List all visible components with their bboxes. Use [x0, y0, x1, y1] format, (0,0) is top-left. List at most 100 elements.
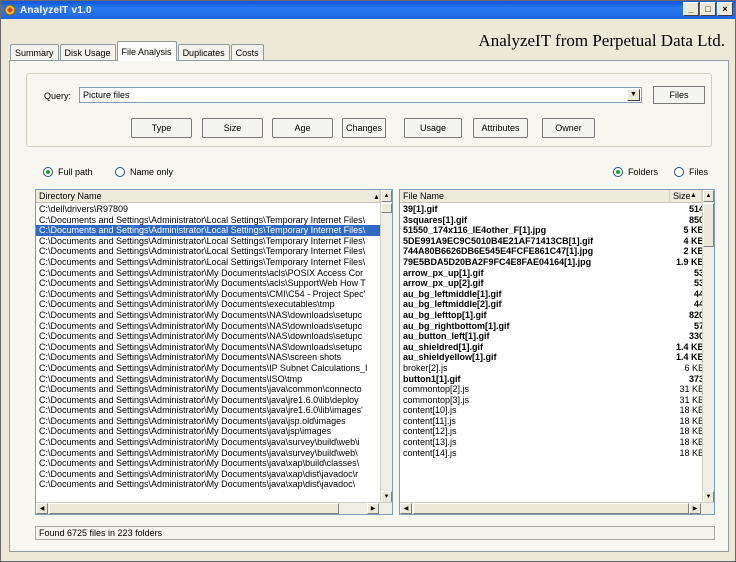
file-horizontal-scrollbar[interactable]: ◀ ▶: [400, 502, 714, 514]
scroll-left-icon[interactable]: ◀: [400, 503, 412, 514]
tab-disk-usage[interactable]: Disk Usage: [59, 44, 116, 61]
directory-row[interactable]: C:\Documents and Settings\Administrator\…: [36, 479, 380, 490]
file-vertical-scrollbar[interactable]: ▲ ▼: [702, 190, 714, 503]
tab-file-analysis[interactable]: File Analysis: [116, 41, 177, 61]
tab-summary[interactable]: Summary: [10, 44, 59, 61]
file-name-column-header[interactable]: File Name: [400, 190, 670, 203]
directory-row[interactable]: C:\Documents and Settings\Administrator\…: [36, 289, 380, 300]
files-button[interactable]: Files: [653, 86, 705, 104]
directory-row[interactable]: C:\Documents and Settings\Administrator\…: [36, 257, 380, 268]
scroll-right-icon[interactable]: ▶: [367, 503, 379, 514]
directory-row[interactable]: C:\Documents and Settings\Administrator\…: [36, 363, 380, 374]
directory-row[interactable]: C:\Documents and Settings\Administrator\…: [36, 374, 380, 385]
size-button[interactable]: Size: [202, 118, 263, 138]
directory-row[interactable]: C:\Documents and Settings\Administrator\…: [36, 236, 380, 247]
changes-button[interactable]: Changes: [342, 118, 386, 138]
owner-button[interactable]: Owner: [542, 118, 595, 138]
directory-row[interactable]: C:\Documents and Settings\Administrator\…: [36, 215, 380, 226]
file-row[interactable]: content[14].js 18 KB: [400, 448, 714, 459]
usage-button[interactable]: Usage: [404, 118, 462, 138]
directory-row[interactable]: C:\Documents and Settings\Administrator\…: [36, 268, 380, 279]
file-row[interactable]: 79E5BDA5D20BA2F9FC4E8FAE04164[1].jpg 1.9 …: [400, 257, 714, 268]
title-bar[interactable]: AnalyzeIT v1.0 _ □ ×: [1, 1, 735, 19]
file-row[interactable]: au_bg_leftmiddle[1].gif440: [400, 289, 714, 300]
file-row[interactable]: commontop[2].js 31 KB: [400, 384, 714, 395]
directory-row[interactable]: C:\Documents and Settings\Administrator\…: [36, 448, 380, 459]
directory-row[interactable]: C:\Documents and Settings\Administrator\…: [36, 384, 380, 395]
file-row[interactable]: arrow_px_up[2].gif530: [400, 278, 714, 289]
file-row[interactable]: au_bg_lefttop[1].gif8200: [400, 310, 714, 321]
file-row[interactable]: content[10].js 18 KB: [400, 405, 714, 416]
directory-row[interactable]: C:\Documents and Settings\Administrator\…: [36, 225, 380, 236]
directory-horizontal-scrollbar[interactable]: ◀ ▶: [36, 502, 392, 514]
scroll-up-icon[interactable]: ▲: [381, 190, 392, 202]
scroll-thumb[interactable]: [413, 503, 689, 514]
directory-row[interactable]: C:\Documents and Settings\Administrator\…: [36, 458, 380, 469]
file-row[interactable]: content[12].js 18 KB: [400, 426, 714, 437]
file-row[interactable]: au_bg_rightbottom[1].gif570: [400, 321, 714, 332]
directory-row[interactable]: C:\Documents and Settings\Administrator\…: [36, 405, 380, 416]
scroll-left-icon[interactable]: ◀: [36, 503, 48, 514]
file-row[interactable]: au_bg_leftmiddle[2].gif440: [400, 299, 714, 310]
directory-row[interactable]: C:\Documents and Settings\Administrator\…: [36, 278, 380, 289]
full-path-radio[interactable]: Full path: [43, 167, 93, 177]
file-row[interactable]: commontop[3].js 31 KB: [400, 395, 714, 406]
directory-row[interactable]: C:\Documents and Settings\Administrator\…: [36, 352, 380, 363]
file-row[interactable]: content[13].js 18 KB: [400, 437, 714, 448]
scroll-thumb[interactable]: [703, 203, 714, 247]
file-row[interactable]: button1[1].gif3730: [400, 374, 714, 385]
directory-row[interactable]: C:\dell\drivers\R97809: [36, 204, 380, 215]
scroll-thumb[interactable]: [381, 203, 392, 213]
directory-row[interactable]: C:\Documents and Settings\Administrator\…: [36, 246, 380, 257]
file-name-cell: 51550_174x116_IE4other_F[1].jpg: [403, 225, 547, 236]
directory-list[interactable]: Directory Name ▲ C:\dell\drivers\R97809 C…: [35, 189, 393, 515]
attributes-button[interactable]: Attributes: [473, 118, 528, 138]
directory-row[interactable]: C:\Documents and Settings\Administrator\…: [36, 426, 380, 437]
file-row[interactable]: 5DE991A9EC9C5010B4E21AF71413CB[1].gif 4 K…: [400, 236, 714, 247]
directory-name-column-header[interactable]: Directory Name ▲: [36, 190, 380, 203]
file-row[interactable]: au_button_left[1].gif3300: [400, 331, 714, 342]
minimize-button[interactable]: _: [683, 2, 699, 16]
query-label: Query:: [44, 91, 72, 101]
scroll-up-icon[interactable]: ▲: [703, 190, 714, 202]
directory-row[interactable]: C:\Documents and Settings\Administrator\…: [36, 416, 380, 427]
directory-rows: C:\dell\drivers\R97809 C:\Documents and S…: [36, 204, 380, 490]
scroll-thumb[interactable]: [49, 503, 339, 514]
files-radio[interactable]: Files: [674, 167, 708, 177]
tab-duplicates[interactable]: Duplicates: [177, 44, 230, 61]
folders-radio[interactable]: Folders: [613, 167, 658, 177]
directory-row[interactable]: C:\Documents and Settings\Administrator\…: [36, 469, 380, 480]
maximize-button[interactable]: □: [700, 2, 716, 16]
query-dropdown-button[interactable]: ▼: [627, 89, 640, 101]
file-row[interactable]: 3squares[1].gif8500: [400, 215, 714, 226]
directory-row[interactable]: C:\Documents and Settings\Administrator\…: [36, 395, 380, 406]
file-row[interactable]: arrow_px_up[1].gif530: [400, 268, 714, 279]
file-list[interactable]: File Name Size ▲ 39[1].gif51403squares[1…: [399, 189, 715, 515]
file-size-cell: 18 KB: [679, 415, 704, 426]
directory-row[interactable]: C:\Documents and Settings\Administrator\…: [36, 437, 380, 448]
name-only-radio[interactable]: Name only: [115, 167, 173, 177]
directory-row[interactable]: C:\Documents and Settings\Administrator\…: [36, 310, 380, 321]
directory-row[interactable]: C:\Documents and Settings\Administrator\…: [36, 299, 380, 310]
file-row[interactable]: content[11].js 18 KB: [400, 416, 714, 427]
file-row[interactable]: 744A80B6626DB6E545E4FCFE861C47[1].jpg 2 K…: [400, 246, 714, 257]
close-button[interactable]: ×: [717, 2, 733, 16]
directory-row[interactable]: C:\Documents and Settings\Administrator\…: [36, 331, 380, 342]
scroll-right-icon[interactable]: ▶: [689, 503, 701, 514]
file-name-cell: content[12].js: [403, 426, 457, 437]
type-button[interactable]: Type: [131, 118, 192, 138]
file-row[interactable]: 51550_174x116_IE4other_F[1].jpg5 KB0: [400, 225, 714, 236]
size-column-header[interactable]: Size: [670, 190, 702, 203]
age-button[interactable]: Age: [272, 118, 333, 138]
file-row[interactable]: broker[2].js 6 KB: [400, 363, 714, 374]
query-combobox[interactable]: Picture files ▼: [79, 87, 642, 103]
file-name-cell: broker[2].js: [403, 362, 448, 373]
file-row[interactable]: au_shieldyellow[1].gif1.4 KB0: [400, 352, 714, 363]
tab-costs[interactable]: Costs: [230, 44, 264, 61]
file-row[interactable]: 39[1].gif5140: [400, 204, 714, 215]
directory-row[interactable]: C:\Documents and Settings\Administrator\…: [36, 321, 380, 332]
file-size-cell: 2 KB: [683, 246, 704, 257]
file-row[interactable]: au_shieldred[1].gif1.4 KB0: [400, 342, 714, 353]
directory-row[interactable]: C:\Documents and Settings\Administrator\…: [36, 342, 380, 353]
directory-vertical-scrollbar[interactable]: ▲ ▼: [380, 190, 392, 503]
